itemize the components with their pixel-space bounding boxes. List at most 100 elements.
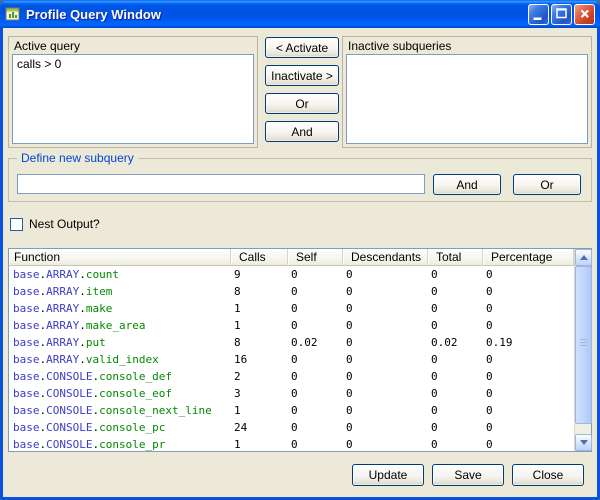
column-header-total[interactable]: Total	[428, 249, 483, 266]
scrollbar-thumb[interactable]	[575, 266, 592, 424]
separator-dot: .	[79, 268, 86, 281]
calls-cell: 1	[231, 404, 288, 417]
total-cell: 0	[428, 302, 483, 315]
scroll-down-button[interactable]	[575, 434, 592, 451]
self-cell: 0.02	[288, 336, 343, 349]
minimize-icon	[529, 4, 548, 25]
table-row[interactable]: base.ARRAY.valid_index160000	[9, 351, 574, 368]
table-header: Function Calls Self Descendants Total Pe…	[9, 249, 574, 266]
calls-cell: 9	[231, 268, 288, 281]
scroll-up-arrow-icon	[580, 255, 588, 260]
inactive-subqueries-list[interactable]	[346, 54, 588, 144]
table-row[interactable]: base.CONSOLE.console_pr10000	[9, 436, 574, 451]
table-row[interactable]: base.CONSOLE.console_def20000	[9, 368, 574, 385]
table-row[interactable]: base.CONSOLE.console_eof30000	[9, 385, 574, 402]
calls-cell: 3	[231, 387, 288, 400]
close-button[interactable]	[574, 4, 595, 25]
percentage-cell: 0	[483, 421, 574, 434]
total-cell: 0	[428, 353, 483, 366]
cluster-name: base	[13, 336, 40, 349]
table-row[interactable]: base.ARRAY.make_area10000	[9, 317, 574, 334]
self-cell: 0	[288, 387, 343, 400]
function-cell: base.ARRAY.valid_index	[9, 353, 231, 366]
class-name: CONSOLE	[46, 438, 92, 451]
or-button[interactable]: Or	[265, 93, 339, 114]
column-header-calls[interactable]: Calls	[231, 249, 288, 266]
table-row[interactable]: base.ARRAY.put80.0200.020.19	[9, 334, 574, 351]
feature-name: count	[86, 268, 119, 281]
scroll-up-button[interactable]	[575, 249, 592, 266]
column-header-percentage[interactable]: Percentage	[483, 249, 574, 266]
self-cell: 0	[288, 421, 343, 434]
table-row[interactable]: base.ARRAY.count90000	[9, 266, 574, 283]
active-query-panel: Active query calls > 0	[8, 36, 258, 148]
total-cell: 0	[428, 370, 483, 383]
define-subquery-label: Define new subquery	[17, 151, 138, 165]
descendants-cell: 0	[343, 319, 428, 332]
percentage-cell: 0	[483, 387, 574, 400]
feature-name: console_next_line	[99, 404, 212, 417]
class-name: ARRAY	[46, 302, 79, 315]
cluster-name: base	[13, 268, 40, 281]
column-header-descendants[interactable]: Descendants	[343, 249, 428, 266]
class-name: ARRAY	[46, 353, 79, 366]
save-button[interactable]: Save	[432, 464, 504, 486]
total-cell: 0	[428, 421, 483, 434]
titlebar[interactable]: Profile Query Window	[0, 0, 600, 28]
percentage-cell: 0	[483, 438, 574, 451]
class-name: ARRAY	[46, 285, 79, 298]
separator-dot: .	[79, 285, 86, 298]
and-button[interactable]: And	[265, 121, 339, 142]
active-query-list[interactable]: calls > 0	[12, 54, 254, 144]
feature-name: valid_index	[86, 353, 159, 366]
maximize-button[interactable]	[551, 4, 572, 25]
nest-output-row: Nest Output?	[10, 217, 100, 231]
percentage-cell: 0	[483, 353, 574, 366]
descendants-cell: 0	[343, 421, 428, 434]
descendants-cell: 0	[343, 353, 428, 366]
descendants-cell: 0	[343, 336, 428, 349]
active-query-label: Active query	[14, 39, 80, 53]
calls-cell: 8	[231, 336, 288, 349]
profile-query-window: Profile Query Window Active query calls …	[0, 0, 600, 500]
calls-cell: 2	[231, 370, 288, 383]
calls-cell: 8	[231, 285, 288, 298]
feature-name: item	[86, 285, 113, 298]
class-name: CONSOLE	[46, 370, 92, 383]
separator-dot: .	[79, 353, 86, 366]
calls-cell: 24	[231, 421, 288, 434]
cluster-name: base	[13, 353, 40, 366]
inactivate-button[interactable]: Inactivate >	[265, 65, 339, 86]
table-row[interactable]: base.CONSOLE.console_next_line10000	[9, 402, 574, 419]
window-title: Profile Query Window	[26, 7, 528, 22]
subquery-and-button[interactable]: And	[433, 174, 501, 195]
close-dialog-button[interactable]: Close	[512, 464, 584, 486]
column-header-function[interactable]: Function	[9, 249, 231, 266]
table-row[interactable]: base.ARRAY.item80000	[9, 283, 574, 300]
active-query-item[interactable]: calls > 0	[17, 57, 249, 71]
class-name: ARRAY	[46, 319, 79, 332]
vertical-scrollbar[interactable]	[574, 249, 591, 451]
self-cell: 0	[288, 370, 343, 383]
descendants-cell: 0	[343, 268, 428, 281]
nest-output-checkbox[interactable]	[10, 218, 23, 231]
cluster-name: base	[13, 404, 40, 417]
descendants-cell: 0	[343, 302, 428, 315]
cluster-name: base	[13, 285, 40, 298]
function-cell: base.CONSOLE.console_next_line	[9, 404, 231, 417]
subquery-input[interactable]	[17, 174, 425, 194]
feature-name: make_area	[86, 319, 146, 332]
percentage-cell: 0.19	[483, 336, 574, 349]
table-row[interactable]: base.ARRAY.make10000	[9, 300, 574, 317]
subquery-or-button[interactable]: Or	[513, 174, 581, 195]
client-area: Active query calls > 0 < Activate Inacti…	[3, 28, 597, 497]
percentage-cell: 0	[483, 319, 574, 332]
table-row[interactable]: base.CONSOLE.console_pc240000	[9, 419, 574, 436]
activate-button[interactable]: < Activate	[265, 37, 339, 58]
minimize-button[interactable]	[528, 4, 549, 25]
class-name: CONSOLE	[46, 421, 92, 434]
column-header-self[interactable]: Self	[288, 249, 343, 266]
calls-cell: 16	[231, 353, 288, 366]
update-button[interactable]: Update	[352, 464, 424, 486]
feature-name: put	[86, 336, 106, 349]
